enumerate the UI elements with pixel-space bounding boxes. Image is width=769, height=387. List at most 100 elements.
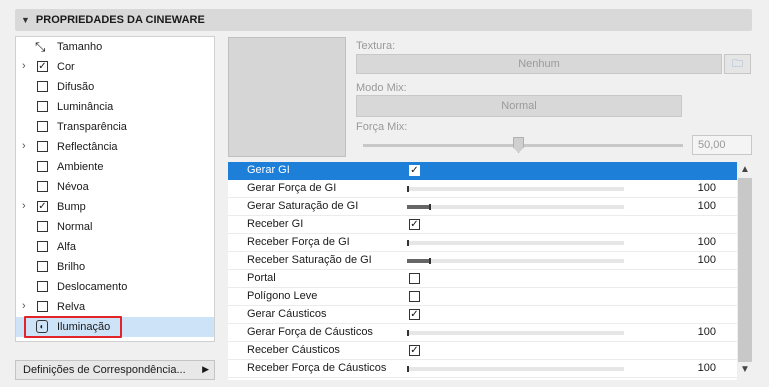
slider-knob[interactable] <box>407 186 409 192</box>
property-row[interactable]: Receber GI ✓ <box>228 216 737 234</box>
property-table: Gerar GI ✓ Gerar Força de GI 100 Gerar Satur… <box>228 162 737 380</box>
channel-checkbox[interactable]: ✓ <box>37 61 48 72</box>
channel-item[interactable]: Brilho <box>16 257 214 277</box>
channel-checkbox[interactable] <box>37 281 48 292</box>
property-checkbox[interactable]: ✓ <box>409 219 420 230</box>
scrollbar[interactable]: ▲ ▼ <box>737 162 753 380</box>
channel-checkbox[interactable] <box>37 261 48 272</box>
property-row[interactable]: Gerar Saturação de GI 100 <box>228 198 737 216</box>
channel-checkbox[interactable]: ✓ <box>37 201 48 212</box>
channel-item[interactable]: Deslocamento <box>16 277 214 297</box>
channel-checkbox[interactable] <box>37 301 48 312</box>
channel-checkbox[interactable] <box>37 181 48 192</box>
channel-label: Tamanho <box>57 41 103 53</box>
property-slider[interactable] <box>407 366 624 372</box>
channel-label: Normal <box>57 221 93 233</box>
mix-strength-value[interactable]: 50,00 <box>692 135 752 155</box>
property-row[interactable]: Receber Força de GI 100 <box>228 234 737 252</box>
channel-item[interactable]: Luminância <box>16 97 214 117</box>
channel-checkbox[interactable] <box>37 221 48 232</box>
expand-chevron-icon[interactable]: › <box>22 60 26 72</box>
channel-list: ⤡ Tamanho › ✓ Cor Difusão Luminância Transparên… <box>15 36 215 342</box>
channel-item[interactable]: Ambiente <box>16 157 214 177</box>
channel-item[interactable]: ⤡ Tamanho <box>16 37 214 57</box>
property-name: Receber Cáusticos <box>247 344 340 356</box>
scroll-up-icon[interactable]: ▲ <box>740 164 750 175</box>
property-checkbox[interactable]: ✓ <box>409 309 420 320</box>
texture-field[interactable]: Nenhum <box>356 54 722 74</box>
property-slider[interactable] <box>407 186 624 192</box>
channel-item[interactable]: Normal <box>16 217 214 237</box>
property-slider[interactable] <box>407 330 624 336</box>
section-header[interactable]: ▼ PROPRIEDADES DA CINEWARE <box>15 9 752 31</box>
channel-item[interactable]: › Relva <box>16 297 214 317</box>
collapse-triangle-icon[interactable]: ▼ <box>21 15 30 25</box>
slider-knob[interactable] <box>407 240 409 246</box>
property-name: Gerar Força de GI <box>247 182 337 194</box>
property-row[interactable]: Gerar Força de Cáusticos 100 <box>228 324 737 342</box>
channel-label: Cor <box>57 61 75 73</box>
property-value[interactable]: 100 <box>698 200 716 212</box>
slider-knob[interactable] <box>428 258 431 264</box>
property-row[interactable]: Receber Saturação de GI 100 <box>228 252 737 270</box>
channel-checkbox[interactable] <box>37 81 48 92</box>
property-value[interactable]: 100 <box>698 362 716 374</box>
channel-item[interactable]: › ✓ Cor <box>16 57 214 77</box>
channel-checkbox[interactable] <box>37 141 48 152</box>
property-checkbox[interactable]: ✓ <box>409 345 420 356</box>
slider-knob[interactable] <box>407 330 409 336</box>
property-slider[interactable] <box>407 204 624 210</box>
folder-icon: 🗀 <box>732 57 743 70</box>
channel-label: Ambiente <box>57 161 104 173</box>
channel-checkbox[interactable] <box>37 121 48 132</box>
property-checkbox[interactable] <box>409 273 420 284</box>
channel-item[interactable]: › ✓ Bump <box>16 197 214 217</box>
property-value[interactable]: 100 <box>698 236 716 248</box>
channel-item[interactable]: Transparência <box>16 117 214 137</box>
property-value[interactable]: 100 <box>698 326 716 338</box>
property-name: Receber GI <box>247 218 304 230</box>
channel-label: Reflectância <box>57 141 118 153</box>
property-row[interactable]: Polígono Leve <box>228 288 737 306</box>
channel-checkbox[interactable] <box>37 101 48 112</box>
slider-knob[interactable] <box>407 366 409 372</box>
property-value[interactable]: 100 <box>698 182 716 194</box>
scroll-down-icon[interactable]: ▼ <box>740 364 750 375</box>
property-row[interactable]: Gerar Cáusticos ✓ <box>228 306 737 324</box>
arrow-right-icon: ▶ <box>202 364 209 374</box>
property-name: Gerar Saturação de GI <box>247 200 359 212</box>
channel-item[interactable]: Alfa <box>16 237 214 257</box>
mix-mode-select[interactable]: Normal <box>356 95 682 117</box>
scroll-thumb[interactable] <box>738 178 752 362</box>
property-name: Gerar Força de Cáusticos <box>247 326 373 338</box>
property-row[interactable]: Gerar GI ✓ <box>228 162 737 180</box>
expand-chevron-icon[interactable]: › <box>22 300 26 312</box>
slider-knob[interactable] <box>428 204 431 210</box>
channel-label: Deslocamento <box>57 281 128 293</box>
match-settings-button[interactable]: Definições de Correspondência... ▶ <box>15 360 215 380</box>
property-checkbox[interactable]: ✓ <box>409 165 420 176</box>
expand-chevron-icon[interactable]: › <box>22 200 26 212</box>
channel-item[interactable]: Difusão <box>16 77 214 97</box>
property-value[interactable]: 100 <box>698 254 716 266</box>
expand-chevron-icon[interactable]: › <box>22 140 26 152</box>
property-slider[interactable] <box>407 240 624 246</box>
channel-item[interactable]: › Reflectância <box>16 137 214 157</box>
property-row[interactable]: Gerar Força de GI 100 <box>228 180 737 198</box>
property-slider[interactable] <box>407 258 624 264</box>
channel-label: Brilho <box>57 261 86 273</box>
property-row[interactable]: Receber Força de Cáusticos 100 <box>228 360 737 378</box>
mix-strength-thumb[interactable] <box>513 137 524 153</box>
property-row[interactable]: Portal <box>228 270 737 288</box>
texture-browse-button[interactable]: 🗀 <box>724 54 751 74</box>
channel-item[interactable]: Névoa <box>16 177 214 197</box>
slider-fill <box>407 205 429 209</box>
property-checkbox[interactable] <box>409 291 420 302</box>
channel-label: Relva <box>57 301 86 313</box>
section-title: PROPRIEDADES DA CINEWARE <box>35 14 205 26</box>
channel-checkbox[interactable] <box>37 241 48 252</box>
property-row[interactable]: Receber Cáusticos ✓ <box>228 342 737 360</box>
match-settings-label: Definições de Correspondência... <box>23 364 186 376</box>
channel-checkbox[interactable] <box>37 161 48 172</box>
channel-label: Bump <box>57 201 86 213</box>
